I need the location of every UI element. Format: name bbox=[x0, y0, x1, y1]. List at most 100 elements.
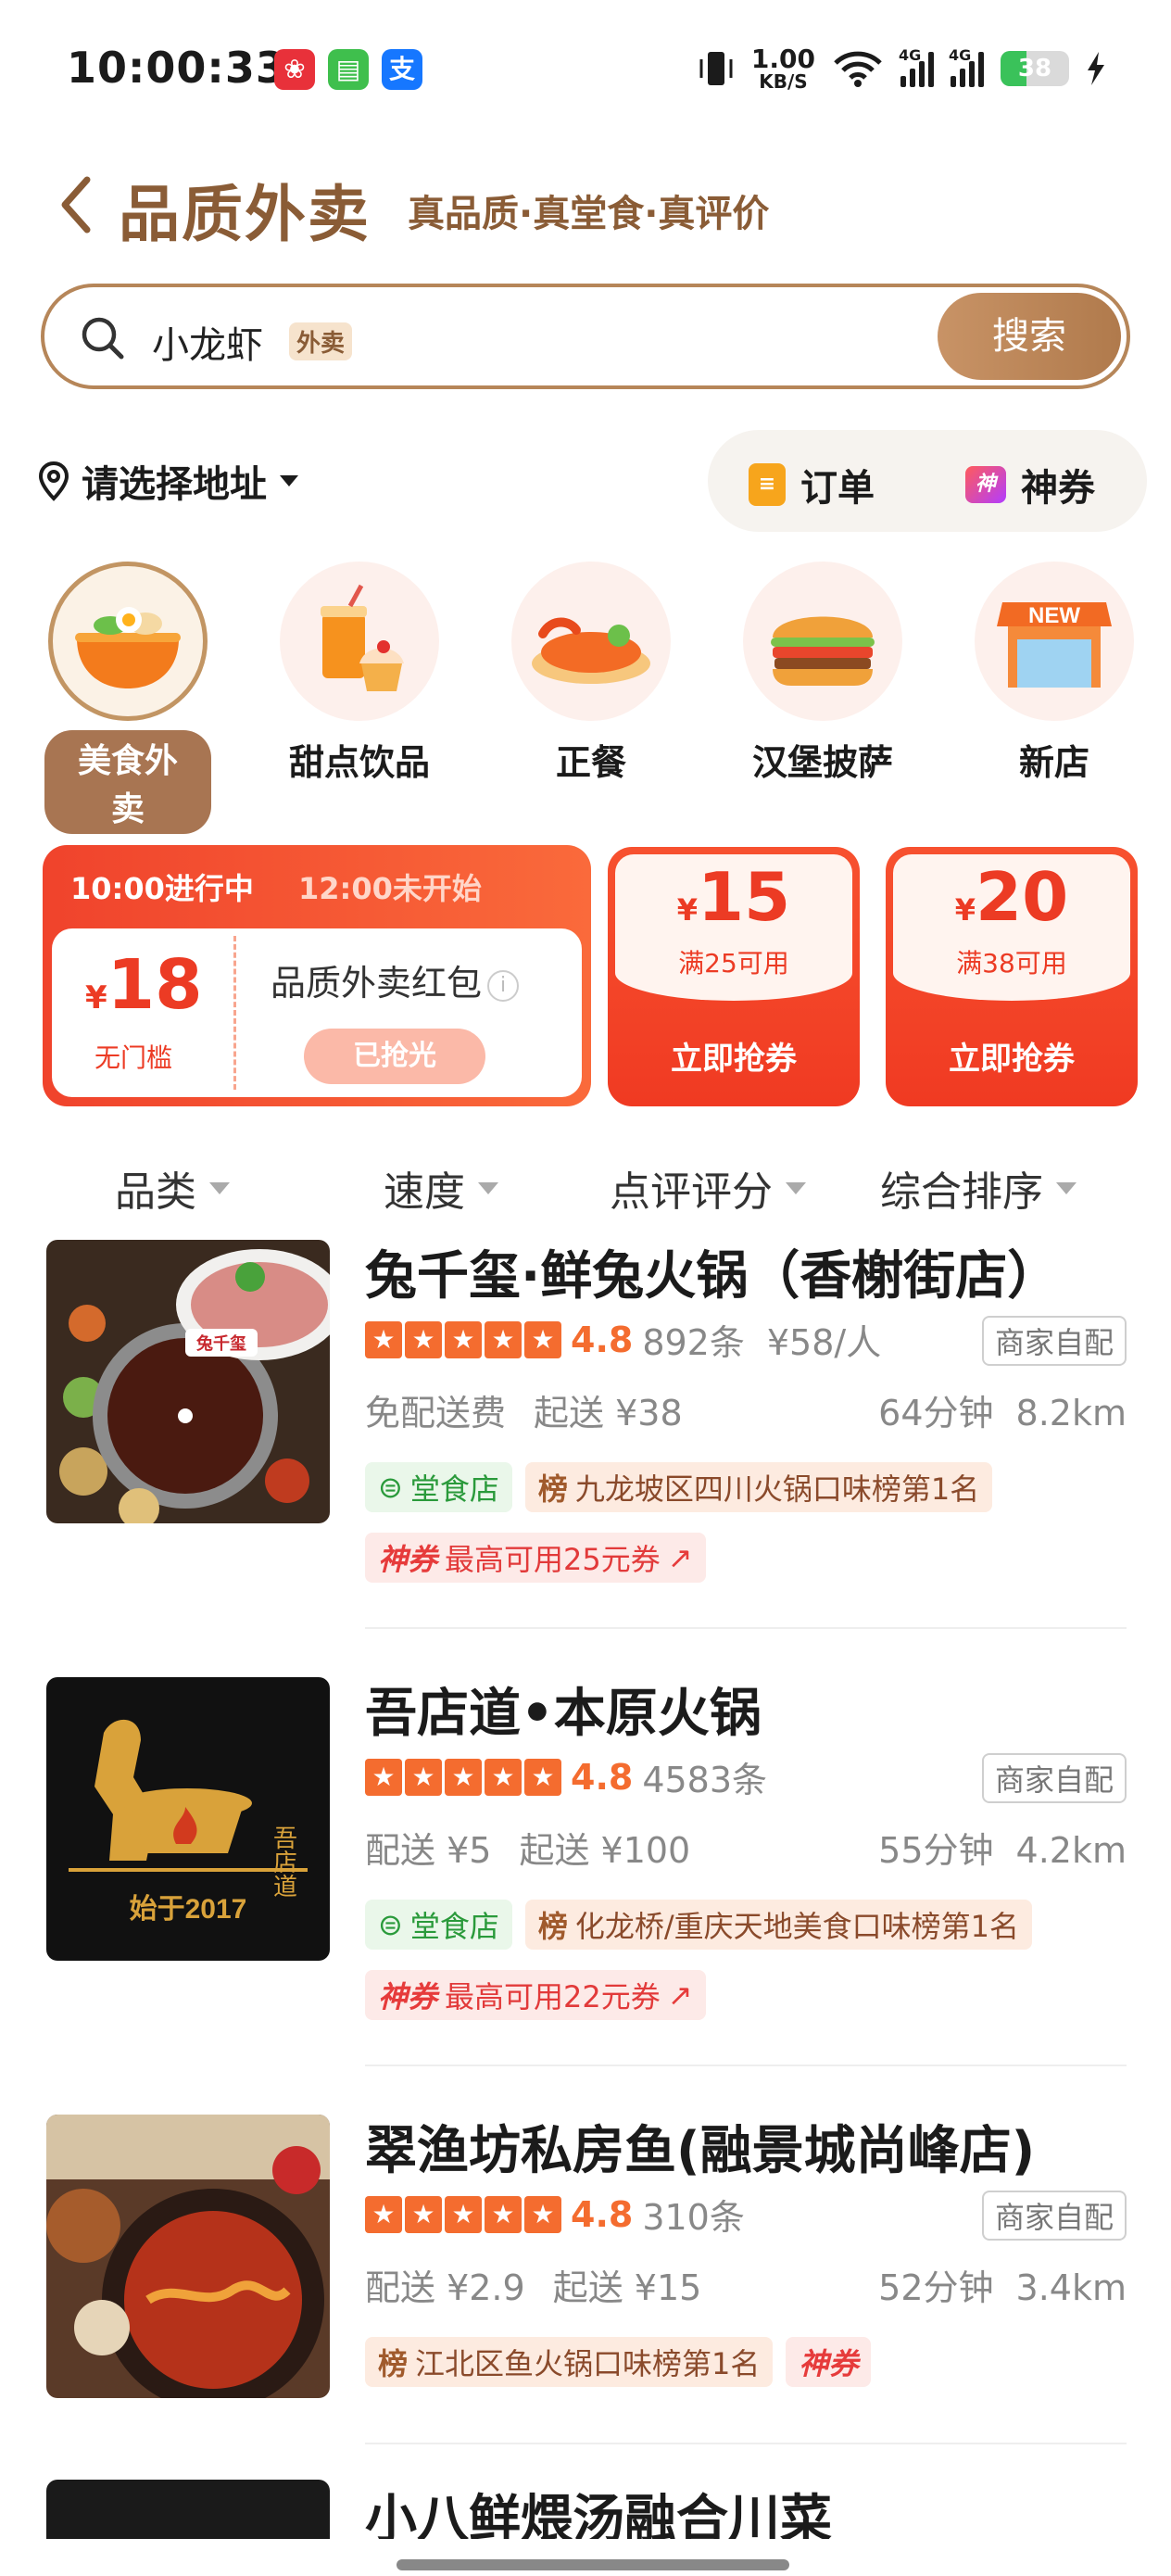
super-coupon-button[interactable]: 神 神券 bbox=[965, 458, 1095, 511]
shop-image[interactable]: 始于2017 吾店道 bbox=[46, 1677, 330, 1961]
battery-icon: 38 bbox=[1001, 51, 1069, 86]
status-bar: 10:00:33 ❀ ▤ 支 1.00 KB/S 4G 4G 38 bbox=[0, 0, 1171, 139]
delivery-mode-badge: 商家自配 bbox=[981, 1753, 1127, 1803]
clock: 10:00:33 bbox=[67, 43, 286, 93]
order-list-icon: ≡ bbox=[749, 463, 786, 506]
coupon-condition: 满38可用 bbox=[956, 948, 1067, 979]
vibrate-icon bbox=[699, 52, 733, 85]
chevron-down-icon bbox=[478, 1181, 498, 1194]
delivery-mode-badge: 商家自配 bbox=[981, 2191, 1127, 2241]
shop-rating: ★ ★ ★ ★ ★ 4.8 310条 bbox=[365, 2189, 745, 2240]
back-icon[interactable] bbox=[57, 172, 94, 237]
search-button[interactable]: 搜索 bbox=[938, 293, 1121, 380]
arrow-up-icon: ↗ bbox=[667, 1977, 693, 2013]
dine-in-tag: ⊜ 堂食店 bbox=[365, 1462, 512, 1512]
dine-in-icon: ⊜ bbox=[378, 1907, 403, 1942]
category-new-store[interactable]: NEW 新店 bbox=[971, 562, 1138, 785]
orders-label: 订单 bbox=[800, 467, 875, 510]
coupon-card-20[interactable]: ¥20 满38可用 立即抢券 bbox=[886, 847, 1138, 1106]
arrow-up-icon: ↗ bbox=[667, 1540, 693, 1575]
delivery-info: 免配送费 起送 ¥38 bbox=[365, 1393, 683, 1433]
star-rating-icon: ★ ★ ★ ★ ★ bbox=[365, 2195, 561, 2233]
category-desserts-drinks[interactable]: 甜点饮品 bbox=[276, 562, 443, 785]
grab-coupon-button[interactable]: 立即抢券 bbox=[886, 1033, 1138, 1079]
shop-name[interactable]: 翠渔坊私房鱼(融景城尚峰店) bbox=[365, 2109, 1035, 2184]
new-badge-text: NEW bbox=[1028, 603, 1080, 628]
svg-text:吾店道: 吾店道 bbox=[271, 1825, 297, 1898]
chevron-down-icon bbox=[1056, 1181, 1077, 1194]
category-burger-pizza[interactable]: 汉堡披萨 bbox=[739, 562, 906, 785]
super-coupon-label: 神券 bbox=[1021, 467, 1095, 510]
eta-distance: 52分钟 3.4km bbox=[878, 2267, 1127, 2308]
shop-image[interactable]: 兔千玺 bbox=[46, 1240, 330, 1523]
ranking-icon: 榜 bbox=[537, 1471, 568, 1507]
session-next[interactable]: 12:00未开始 bbox=[298, 865, 482, 908]
page-title: 品质外卖 bbox=[119, 179, 371, 250]
chevron-down-icon bbox=[280, 475, 298, 486]
shop-image-caption: 兔千玺 bbox=[195, 1333, 246, 1353]
category-food-delivery[interactable]: 美食外卖 bbox=[44, 562, 211, 834]
coupon-condition: 满25可用 bbox=[678, 948, 789, 979]
category-label: 汉堡披萨 bbox=[751, 742, 893, 783]
star-rating-icon: ★ ★ ★ ★ ★ bbox=[365, 1758, 561, 1796]
red-app-icon: ❀ bbox=[274, 49, 315, 90]
drink-cake-icon bbox=[280, 562, 439, 721]
search-input[interactable]: 小龙虾 bbox=[152, 315, 263, 369]
red-packet-condition: 无门槛 bbox=[94, 1042, 173, 1073]
category-label: 新店 bbox=[1018, 742, 1089, 783]
coupon-amount: ¥15 bbox=[676, 858, 791, 936]
session-current[interactable]: 10:00进行中 bbox=[70, 865, 254, 908]
ranking-icon: 榜 bbox=[378, 2346, 409, 2381]
red-packet-amount: ¥18 bbox=[85, 945, 203, 1025]
shop-name[interactable]: 兔千玺·鲜兔火锅（香榭街店） bbox=[365, 1234, 1059, 1309]
search-bar[interactable]: 小龙虾 外卖 搜索 bbox=[41, 284, 1130, 389]
quick-actions: ≡ 订单 神 神券 bbox=[708, 430, 1147, 532]
ranking-tag[interactable]: 榜化龙桥/重庆天地美食口味榜第1名 bbox=[524, 1900, 1032, 1950]
sort-category[interactable]: 品类 bbox=[115, 1158, 230, 1218]
sort-overall[interactable]: 综合排序 bbox=[880, 1158, 1077, 1218]
grab-coupon-button[interactable]: 立即抢券 bbox=[608, 1033, 860, 1079]
shop-card[interactable]: 翠渔坊私房鱼(融景城尚峰店) ★ ★ ★ ★ ★ 4.8 310条 商家自配 配送 ¥2… bbox=[0, 2115, 1171, 2420]
noodle-bowl-icon bbox=[48, 562, 208, 721]
shop-rating: ★ ★ ★ ★ ★ 4.8 4583条 bbox=[365, 1751, 767, 1802]
delivery-mode-badge: 商家自配 bbox=[981, 1316, 1127, 1366]
alipay-icon: 支 bbox=[382, 49, 422, 90]
ranking-tag[interactable]: 榜九龙坡区四川火锅口味榜第1名 bbox=[524, 1462, 993, 1512]
eta-distance: 55分钟 4.2km bbox=[878, 1830, 1127, 1871]
address-selector[interactable]: 请选择地址 bbox=[37, 454, 298, 508]
dine-in-tag: ⊜ 堂食店 bbox=[365, 1900, 512, 1950]
shop-image[interactable] bbox=[46, 2115, 330, 2398]
shop-card[interactable]: 兔千玺 兔千玺·鲜兔火锅（香榭街店） ★ ★ ★ ★ ★ 4.8 892条 ¥58/人 … bbox=[0, 1240, 1171, 1601]
orders-button[interactable]: ≡ 订单 bbox=[749, 458, 875, 511]
super-coupon-tag[interactable]: 神券 bbox=[786, 2337, 872, 2387]
search-icon bbox=[82, 317, 124, 360]
category-label: 甜点饮品 bbox=[288, 742, 430, 783]
coupon-card-15[interactable]: ¥15 满25可用 立即抢券 bbox=[608, 847, 860, 1106]
super-coupon-icon: 神 bbox=[965, 466, 1006, 503]
sold-out-button: 已抢光 bbox=[304, 1029, 485, 1084]
info-icon[interactable]: i bbox=[487, 969, 520, 1002]
super-coupon-tag[interactable]: 神券 最高可用25元券 ↗ bbox=[365, 1533, 706, 1583]
green-chat-icon: ▤ bbox=[328, 49, 369, 90]
fried-shrimp-icon bbox=[511, 562, 671, 721]
ranking-tag[interactable]: 榜江北区鱼火锅口味榜第1名 bbox=[365, 2337, 774, 2387]
delivery-info: 配送 ¥5 起送 ¥100 bbox=[365, 1830, 691, 1871]
sort-rating[interactable]: 点评评分 bbox=[610, 1158, 806, 1218]
delivery-info: 配送 ¥2.9 起送 ¥15 bbox=[365, 2267, 702, 2308]
search-scope-tag: 外卖 bbox=[289, 322, 353, 360]
category-main-meal[interactable]: 正餐 bbox=[508, 562, 674, 785]
page-slogan: 真品质·真堂食·真评价 bbox=[408, 193, 770, 235]
wifi-icon bbox=[834, 51, 882, 87]
super-coupon-tag[interactable]: 神券 最高可用22元券 ↗ bbox=[365, 1970, 706, 2020]
quality-red-packet-card[interactable]: 10:00进行中 12:00未开始 ¥18 无门槛 品质外卖红包 i 已抢光 bbox=[43, 845, 591, 1106]
shop-name[interactable]: 吾店道•本原火锅 bbox=[365, 1672, 762, 1747]
shop-card[interactable]: 始于2017 吾店道 吾店道•本原火锅 ★ ★ ★ ★ ★ 4.8 4583条 商家自配 … bbox=[0, 1677, 1171, 2039]
bottom-safe-area bbox=[0, 2539, 1171, 2576]
net-speed: 1.00 KB/S bbox=[750, 44, 815, 93]
shop-image-caption: 始于2017 bbox=[130, 1894, 247, 1925]
sort-speed[interactable]: 速度 bbox=[384, 1158, 498, 1218]
home-indicator[interactable] bbox=[397, 2559, 789, 2570]
new-store-icon: NEW bbox=[975, 562, 1134, 721]
star-rating-icon: ★ ★ ★ ★ ★ bbox=[365, 1320, 561, 1358]
location-pin-icon bbox=[38, 461, 69, 501]
